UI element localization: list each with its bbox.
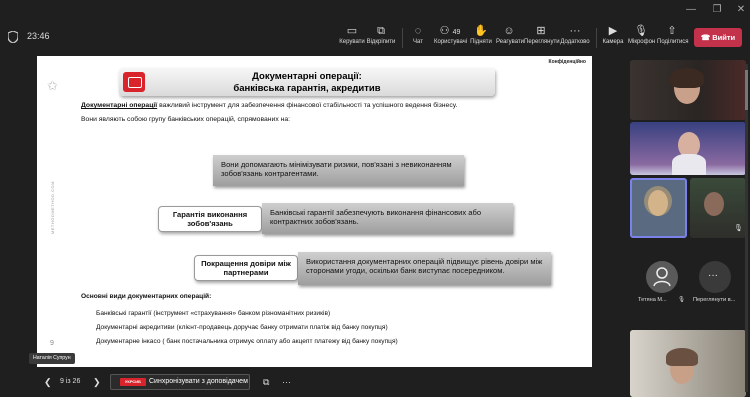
person-icon xyxy=(653,267,671,287)
view-more-button[interactable]: ··· xyxy=(699,261,731,293)
slide-number: 9 xyxy=(50,340,54,347)
leave-label: Вийти xyxy=(712,33,736,42)
participant-video-tile[interactable] xyxy=(630,60,746,120)
teams-meeting-window: — ❐ ✕ 23:46 ▭ Керувати ⧉ Відкріпити ◌ Ча… xyxy=(0,0,750,397)
more-icon: ··· xyxy=(569,25,581,37)
people-icon: ⚇ 49 xyxy=(439,25,461,37)
people-count: 49 xyxy=(452,29,461,36)
confidential-label: Конфіденційно xyxy=(548,59,586,65)
more-options-icon[interactable]: ··· xyxy=(282,377,291,387)
participant-face xyxy=(704,192,724,216)
leave-button[interactable]: ☎ Вийти xyxy=(694,28,742,47)
slide-pager: 9 із 26 xyxy=(60,378,81,385)
react-icon: ☺ xyxy=(503,25,515,37)
types-list-item: Банківські гарантії (інструмент «страхув… xyxy=(96,310,331,317)
intro-text-2: Вони являють собою групу банківських опе… xyxy=(81,116,291,123)
types-list-item: Документарне інкасо ( банк постачальника… xyxy=(96,338,398,345)
sync-label: Синхронізувати з доповідачем xyxy=(149,378,248,385)
more-icon: ··· xyxy=(708,270,718,281)
intro-bold-term: Документарні операції xyxy=(81,102,158,109)
popout-icon[interactable]: ⧉ xyxy=(263,377,269,388)
slide-title-line1: Документарні операції: xyxy=(252,71,362,82)
participant-hair xyxy=(666,348,698,366)
intro-text: Документарні операції важливий інструмен… xyxy=(81,102,457,109)
more-button[interactable]: ··· Додатково xyxy=(560,24,590,52)
maximize-icon[interactable]: ❐ xyxy=(709,3,725,17)
window-titlebar: — ❐ ✕ xyxy=(0,0,750,22)
mic-button[interactable]: 🎙 Мікрофон xyxy=(628,24,655,52)
slide-title-box: Документарні операції: банківська гарант… xyxy=(119,68,495,96)
mic-muted-icon: 🎙 xyxy=(678,297,686,303)
participant-video-tile-active[interactable] xyxy=(630,178,687,238)
meeting-timer: 23:46 xyxy=(27,31,50,41)
benefit-box-trust: Використання документарних операцій підв… xyxy=(298,252,551,285)
share-icon: ⇧ xyxy=(667,25,677,37)
toolbar-divider xyxy=(596,28,597,48)
meeting-toolbar: 23:46 ▭ Керувати ⧉ Відкріпити ◌ Чат ⚇ 49… xyxy=(0,22,750,54)
view-icon: ⊞ xyxy=(536,25,546,37)
unpin-button[interactable]: ⧉ Відкріпити xyxy=(366,24,396,52)
presenter-name-chip: Наталія Супрун xyxy=(29,353,75,364)
close-icon[interactable]: ✕ xyxy=(733,3,749,17)
benefit-box-guarantee: Банківські гарантії забезпечують виконан… xyxy=(262,203,513,234)
participants-scroll-thumb[interactable] xyxy=(745,70,748,110)
toolbar-divider xyxy=(402,28,403,48)
participant-hair xyxy=(644,186,672,216)
shield-icon xyxy=(8,31,18,43)
participant-hair xyxy=(670,68,704,88)
participant-video-tile[interactable] xyxy=(630,330,746,397)
share-button[interactable]: ⇧ Поділитися xyxy=(657,24,689,52)
slide-title-line2: банківська гарантія, акредитив xyxy=(233,83,381,94)
react-button[interactable]: ☺ Реагувати xyxy=(496,24,524,52)
participant-name: Тетяна М... xyxy=(638,297,667,303)
mic-muted-icon: 🎙 xyxy=(734,225,743,232)
presentation-controls: ❮ 9 із 26 ❯ УКРСИБ Синхронізувати з допо… xyxy=(0,368,630,397)
prev-slide-icon[interactable]: ❮ xyxy=(44,377,52,388)
participants-scrollbar[interactable] xyxy=(745,64,748,392)
presentation-slide[interactable]: Конфіденційно METHODMETHOD.COM ✩ Докумен… xyxy=(37,56,592,367)
view-button[interactable]: ⊞ Переглянути xyxy=(524,24,560,52)
participant-video-tile[interactable] xyxy=(630,122,746,175)
people-button[interactable]: ⚇ 49 Користувачі xyxy=(434,24,467,52)
mic-icon: 🎙 xyxy=(634,25,648,37)
raise-hand-button[interactable]: ✋ Підняти xyxy=(470,24,492,52)
types-subtitle: Основні види документарних операцій: xyxy=(81,293,212,300)
participant-shirt xyxy=(672,154,706,175)
participant-video-tile[interactable]: 🎙 xyxy=(690,178,746,238)
sync-with-presenter-button[interactable]: УКРСИБ Синхронізувати з доповідачем xyxy=(110,374,250,390)
benefit-box-risk: Вони допомагають мінімізувати ризики, по… xyxy=(213,155,464,186)
chat-icon: ◌ xyxy=(414,25,422,37)
slide-side-text: METHODMETHOD.COM xyxy=(50,181,55,235)
raise-hand-icon: ✋ xyxy=(474,25,488,37)
next-slide-icon[interactable]: ❯ xyxy=(93,377,101,388)
unpin-icon: ⧉ xyxy=(377,25,385,37)
camera-button[interactable]: ▶ Камера xyxy=(602,24,624,52)
bank-logo-small: УКРСИБ xyxy=(120,378,146,386)
manage-icon: ▭ xyxy=(346,25,358,37)
chat-button[interactable]: ◌ Чат xyxy=(408,24,428,52)
types-list-item: Документарні акредитиви (клієнт-продавец… xyxy=(96,324,388,331)
benefit-label-trust: Покращення довіри між партнерами xyxy=(194,255,298,281)
manage-button[interactable]: ▭ Керувати xyxy=(338,24,366,52)
star-icon: ✩ xyxy=(47,78,58,93)
minimize-icon[interactable]: — xyxy=(683,3,699,17)
avatar[interactable] xyxy=(646,261,678,293)
intro-rest: важливий інструмент для забезпечення фін… xyxy=(157,102,458,109)
view-more-label: Переглянути в... xyxy=(693,297,736,303)
benefit-label-guarantee: Гарантія виконання зобов'язань xyxy=(158,206,262,232)
camera-icon: ▶ xyxy=(608,25,618,37)
